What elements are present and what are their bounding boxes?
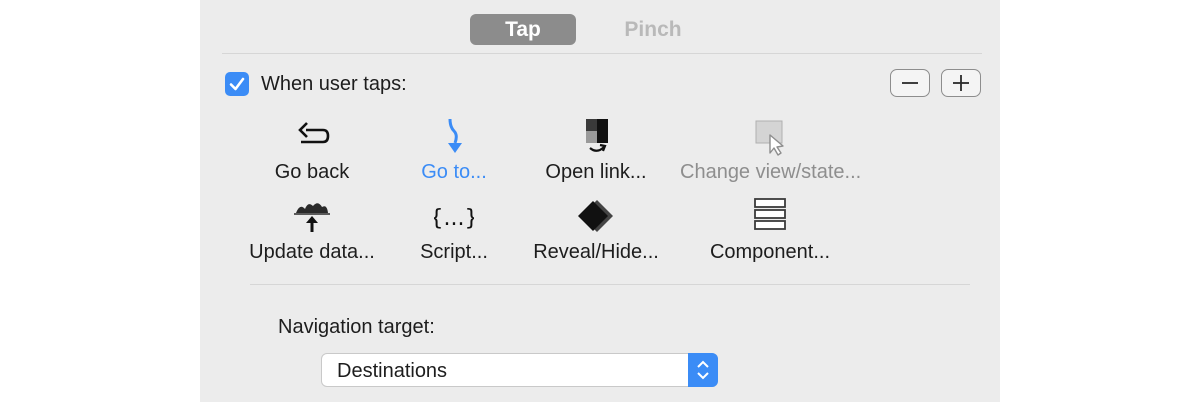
navigation-target-label: Navigation target: xyxy=(278,316,435,338)
section-divider xyxy=(250,284,970,285)
when-user-taps-label: When user taps: xyxy=(261,73,407,95)
action-label: Component... xyxy=(709,241,831,263)
action-label: Reveal/Hide... xyxy=(533,241,659,263)
action-label: Open link... xyxy=(545,161,647,183)
tab-divider xyxy=(222,53,982,54)
update-data-icon xyxy=(294,203,330,232)
action-component[interactable]: Component... xyxy=(680,197,860,265)
component-stack-icon xyxy=(754,198,786,230)
svg-text:{...}: {...} xyxy=(434,206,474,231)
action-change-view-state: Change view/state... xyxy=(680,117,862,185)
interaction-panel: Tap Pinch When user taps: Go back Go to.… xyxy=(200,0,1000,402)
chevron-up-down-icon xyxy=(697,360,709,380)
change-view-icon xyxy=(755,120,784,156)
action-label: Change view/state... xyxy=(680,161,862,183)
tab-tap[interactable]: Tap xyxy=(470,14,576,45)
when-user-taps-checkbox[interactable] xyxy=(225,72,249,96)
goto-arrow-icon xyxy=(448,118,462,153)
open-link-icon xyxy=(586,119,608,152)
plus-icon xyxy=(953,75,969,91)
navigation-target-select[interactable]: Destinations xyxy=(321,353,718,387)
tab-pinch[interactable]: Pinch xyxy=(600,14,706,45)
minus-icon xyxy=(902,82,918,84)
checkmark-icon xyxy=(229,77,245,91)
back-arrow-icon xyxy=(298,122,330,144)
add-button[interactable] xyxy=(941,69,981,97)
select-stepper[interactable] xyxy=(688,353,718,387)
script-braces-icon: {...} xyxy=(434,206,474,231)
navigation-target-value: Destinations xyxy=(337,360,448,382)
reveal-hide-icon xyxy=(578,200,613,232)
remove-button[interactable] xyxy=(890,69,930,97)
action-open-link[interactable]: Open link... xyxy=(506,117,686,185)
action-reveal-hide[interactable]: Reveal/Hide... xyxy=(506,197,686,265)
